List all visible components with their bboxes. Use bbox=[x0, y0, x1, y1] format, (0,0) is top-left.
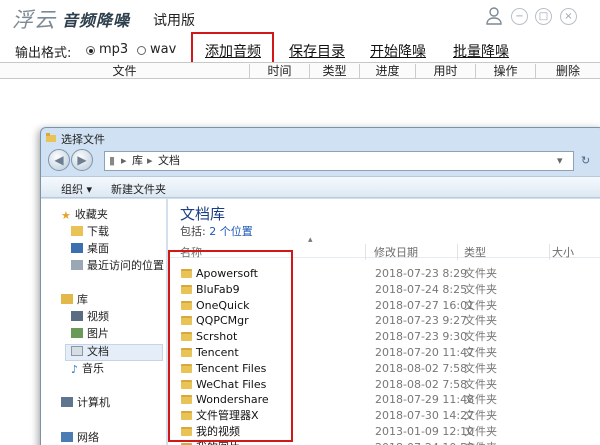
file-type: 文件夹 bbox=[464, 393, 497, 407]
file-date: 2018-07-24 8:25 bbox=[375, 282, 468, 296]
highlight-file-list bbox=[168, 250, 293, 442]
format-label: 输出格式: bbox=[15, 46, 72, 61]
dialog-folder-icon bbox=[46, 133, 56, 142]
address-bar[interactable]: ▮ ▸ 库 ▸ 文档 ▾ bbox=[104, 151, 574, 171]
nav-favorites[interactable]: ★ 收藏夹 bbox=[61, 207, 108, 223]
close-icon[interactable]: × bbox=[560, 8, 577, 25]
music-icon: ♪ bbox=[71, 363, 79, 376]
file-type: 文件夹 bbox=[464, 425, 497, 438]
dialog-title: 选择文件 bbox=[61, 133, 105, 146]
file-type: 文件夹 bbox=[464, 267, 497, 280]
nav-music[interactable]: ♪ 音乐 bbox=[71, 361, 104, 377]
nav-videos[interactable]: 视频 bbox=[71, 309, 109, 325]
address-dropdown-icon[interactable]: ▾ bbox=[557, 152, 563, 170]
format-label-wav: wav bbox=[150, 42, 177, 57]
address-crumb-docs[interactable]: 文档 bbox=[158, 152, 180, 170]
col-duration: 用时 bbox=[416, 64, 476, 79]
file-type: 文件夹 bbox=[464, 282, 497, 296]
nav-network[interactable]: 网络 bbox=[61, 430, 99, 445]
file-type: 文件夹 bbox=[464, 409, 497, 423]
col-file: 文件 bbox=[0, 64, 250, 79]
nav-pictures[interactable]: 图片 bbox=[71, 326, 109, 342]
file-date: 2018-07-23 8:29 bbox=[375, 267, 468, 280]
file-type: 文件夹 bbox=[464, 440, 497, 445]
minimize-icon[interactable]: − bbox=[511, 8, 528, 25]
file-date: 2018-08-02 7:58 bbox=[375, 361, 468, 375]
library-icon bbox=[61, 294, 73, 304]
header-date[interactable]: 修改日期 bbox=[374, 244, 458, 260]
address-crumb-library[interactable]: 库 bbox=[132, 152, 143, 170]
nav-desktop[interactable]: 桌面 bbox=[71, 241, 109, 257]
document-icon bbox=[71, 346, 83, 356]
format-radio-wav[interactable] bbox=[137, 46, 146, 55]
toolbar: 输出格式: mp3 wav 添加音频 保存目录 开始降噪 批量降噪 bbox=[0, 36, 600, 62]
file-type: 文件夹 bbox=[464, 361, 497, 375]
nav-recent[interactable]: 最近访问的位置 bbox=[71, 258, 164, 274]
header-size[interactable]: 大小 bbox=[552, 244, 600, 260]
app-title-bar: 浮云 音频降噪 试用版 − □ × bbox=[0, 0, 600, 36]
address-separator-icon: ▸ bbox=[121, 154, 127, 167]
nav-computer[interactable]: 计算机 bbox=[61, 395, 110, 411]
folder-icon bbox=[71, 226, 83, 236]
organize-button[interactable]: 组织 ▾ bbox=[61, 181, 92, 197]
col-type: 类型 bbox=[310, 64, 360, 79]
maximize-icon[interactable]: □ bbox=[535, 8, 552, 25]
file-date: 2018-07-30 14:27 bbox=[375, 409, 475, 423]
file-date: 2018-07-23 9:27 bbox=[375, 314, 468, 328]
file-type: 文件夹 bbox=[464, 377, 497, 391]
format-label-mp3: mp3 bbox=[99, 42, 129, 57]
picture-icon bbox=[71, 328, 83, 338]
desktop-icon bbox=[71, 243, 83, 253]
file-date: 2018-08-02 7:58 bbox=[375, 377, 468, 391]
save-directory-button[interactable]: 保存目录 bbox=[289, 41, 345, 61]
nav-pane: ★收藏夹 下载 桌面 最近访问的位置 库 视频 图片 文档 ♪音乐 计算机 bbox=[41, 199, 167, 445]
file-type: 文件夹 bbox=[464, 330, 497, 344]
file-type: 文件夹 bbox=[464, 346, 497, 359]
nav-documents[interactable]: 文档 bbox=[71, 344, 109, 360]
command-bar: 组织 ▾ 新建文件夹 bbox=[41, 176, 600, 198]
col-progress: 进度 bbox=[360, 64, 416, 79]
new-folder-button[interactable]: 新建文件夹 bbox=[111, 181, 166, 197]
table-header: 文件 时间 类型 进度 用时 操作 删除 bbox=[0, 62, 600, 79]
app-product-name: 音频降噪 bbox=[62, 11, 131, 30]
dialog-nav-bar: ◀ ▶ ▮ ▸ 库 ▸ 文档 ▾ ↻ bbox=[41, 146, 600, 176]
forward-icon[interactable]: ▶ bbox=[71, 149, 93, 171]
nav-downloads[interactable]: 下载 bbox=[71, 224, 109, 240]
file-dialog: 选择文件 ◀ ▶ ▮ ▸ 库 ▸ 文档 ▾ ↻ 组织 ▾ 新建文件夹 ★ 收藏夹 … bbox=[40, 127, 600, 445]
app-edition: 试用版 bbox=[153, 13, 195, 29]
star-icon: ★ bbox=[61, 209, 71, 222]
recent-icon bbox=[71, 260, 83, 270]
file-type: 文件夹 bbox=[464, 298, 497, 312]
col-action: 操作 bbox=[476, 64, 536, 79]
app-logo: 浮云 bbox=[12, 8, 56, 32]
file-date: 2013-01-09 12:10 bbox=[375, 425, 475, 438]
format-radio-mp3[interactable] bbox=[86, 46, 95, 55]
nav-libraries[interactable]: 库 bbox=[61, 292, 88, 308]
col-time: 时间 bbox=[250, 64, 310, 79]
file-date: 2018-07-29 11:48 bbox=[375, 393, 475, 407]
user-icon[interactable] bbox=[486, 7, 502, 25]
file-date: 2018-07-27 16:01 bbox=[375, 298, 475, 312]
batch-denoise-button[interactable]: 批量降噪 bbox=[453, 41, 509, 61]
computer-icon bbox=[61, 397, 73, 407]
address-folder-icon: ▮ bbox=[109, 154, 116, 167]
library-subtitle: 包括: 2 个位置 bbox=[180, 225, 253, 238]
file-type: 文件夹 bbox=[464, 314, 497, 328]
file-date: 2018-07-23 9:30 bbox=[375, 330, 468, 344]
network-icon bbox=[61, 432, 73, 442]
video-icon bbox=[71, 311, 83, 321]
header-type[interactable]: 类型 bbox=[464, 244, 550, 260]
library-title: 文档库 bbox=[180, 205, 226, 223]
col-delete: 删除 bbox=[555, 64, 580, 78]
back-icon[interactable]: ◀ bbox=[48, 149, 70, 171]
file-date: 2018-07-24 10:58 bbox=[375, 440, 474, 445]
address-separator-icon: ▸ bbox=[147, 154, 153, 167]
library-locations-link[interactable]: 2 个位置 bbox=[209, 225, 253, 238]
refresh-icon[interactable]: ↻ bbox=[581, 154, 590, 167]
start-denoise-button[interactable]: 开始降噪 bbox=[370, 41, 426, 61]
file-date: 2018-07-20 11:47 bbox=[375, 346, 475, 359]
